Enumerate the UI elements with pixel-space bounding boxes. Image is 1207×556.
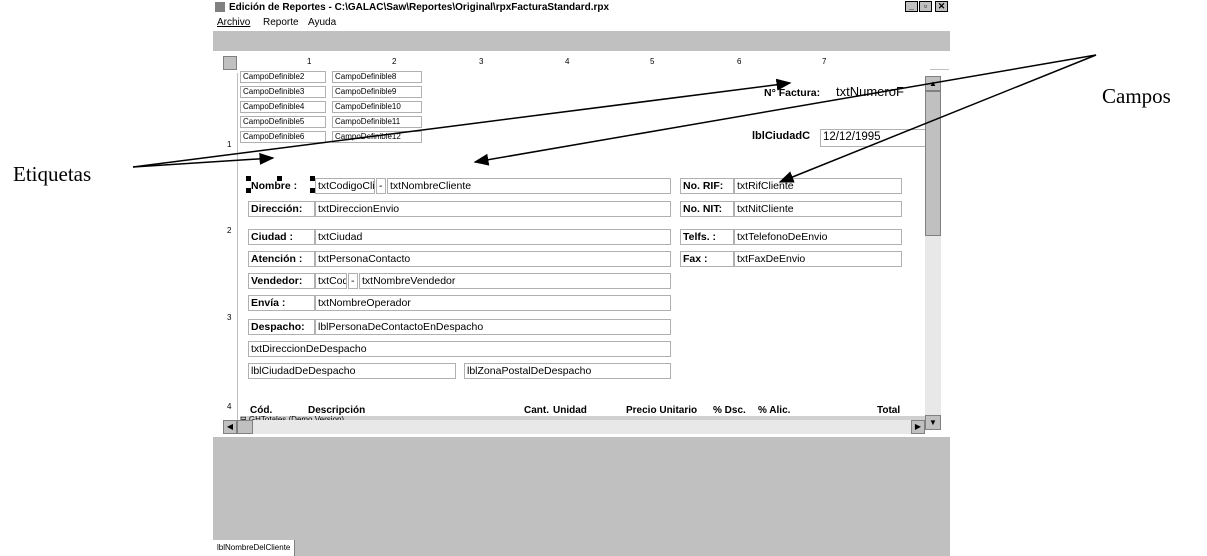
arrow-etiquetas-to-nombre [132,152,275,168]
annotation-arrows [132,54,1097,183]
arrow-campos-to-nombre-cliente [473,54,1097,166]
arrow-campos-to-rif [778,54,1097,183]
